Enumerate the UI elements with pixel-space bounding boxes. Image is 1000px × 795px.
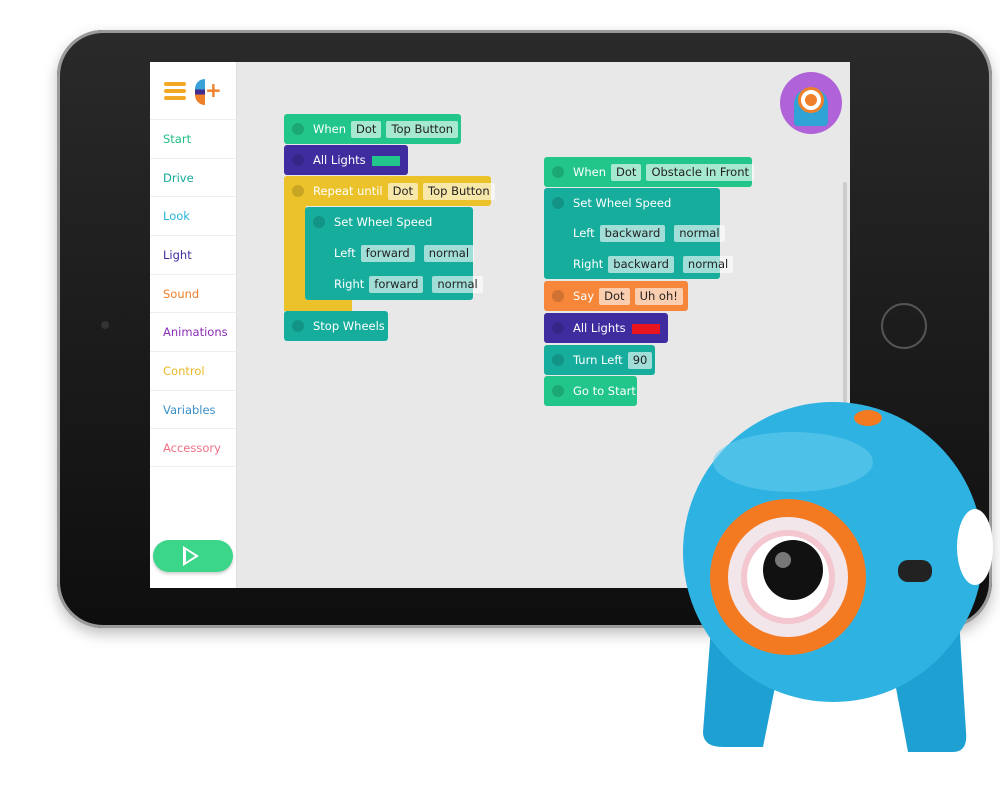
left-direction-param[interactable]: forward	[360, 245, 415, 262]
left-speed-param[interactable]: normal	[674, 225, 725, 242]
all-lights-block[interactable]: All Lights	[544, 313, 668, 343]
block-label: Go to Start	[573, 384, 636, 398]
right-direction-param[interactable]: forward	[369, 276, 424, 293]
say-block[interactable]: Say Dot Uh oh!	[544, 281, 688, 311]
angle-param[interactable]: 90	[627, 352, 653, 369]
right-direction-param[interactable]: backward	[608, 256, 674, 273]
block-label: Set Wheel Speed	[334, 215, 433, 229]
robot-param[interactable]: Dot	[387, 183, 419, 200]
right-speed-param[interactable]: normal	[682, 256, 734, 273]
go-to-start-block[interactable]: Go to Start	[544, 376, 637, 406]
turn-left-block[interactable]: Turn Left 90	[544, 345, 655, 375]
block-label: Turn Left	[573, 353, 623, 367]
set-wheel-speed-block[interactable]: Set Wheel Speed Left backward normal Right…	[544, 188, 734, 279]
block-label: Repeat until	[313, 184, 383, 198]
block-label: All Lights	[313, 153, 366, 167]
sidebar-item-light[interactable]: Light	[150, 235, 237, 274]
color-swatch[interactable]	[371, 155, 400, 166]
right-label: Right	[334, 277, 365, 291]
block-label: Say	[573, 289, 595, 303]
block-label: Stop Wheels	[313, 319, 385, 333]
dot-robot-photo	[683, 402, 993, 752]
block-label: When	[573, 165, 607, 179]
sidebar-item-start[interactable]: Start	[150, 119, 237, 158]
left-speed-param[interactable]: normal	[423, 245, 475, 262]
all-lights-block[interactable]: All Lights	[284, 145, 408, 175]
sidebar-item-animations[interactable]: Animations	[150, 312, 237, 351]
event-param[interactable]: Top Button	[386, 121, 459, 138]
sidebar-item-accessory[interactable]: Accessory	[150, 428, 237, 467]
sidebar-item-variables[interactable]: Variables	[150, 390, 237, 429]
right-speed-param[interactable]: normal	[432, 276, 483, 293]
left-label: Left	[334, 246, 356, 260]
sidebar-item-control[interactable]: Control	[150, 351, 237, 390]
robot-avatar[interactable]	[780, 72, 842, 134]
left-direction-param[interactable]: backward	[599, 225, 666, 242]
block-label: When	[313, 122, 347, 136]
left-label: Left	[573, 226, 595, 240]
color-swatch[interactable]	[631, 323, 660, 334]
robot-param[interactable]: Dot	[611, 164, 642, 181]
app-logo-add-icon[interactable]: +	[195, 78, 222, 105]
repeat-until-block[interactable]: Repeat until Dot Top Button	[284, 176, 495, 206]
event-param[interactable]: Obstacle In Front	[646, 164, 755, 181]
block-label: All Lights	[573, 321, 626, 335]
sidebar-item-look[interactable]: Look	[150, 196, 237, 235]
hamburger-menu-icon[interactable]	[164, 82, 186, 103]
camera	[101, 321, 109, 329]
set-wheel-speed-block[interactable]: Set Wheel Speed Left forward normal Right f…	[305, 207, 483, 300]
play-icon	[183, 546, 199, 566]
right-label: Right	[573, 257, 604, 271]
repeat-block-foot	[284, 300, 352, 311]
home-button[interactable]	[881, 303, 927, 349]
event-param[interactable]: Top Button	[423, 183, 495, 200]
play-button[interactable]	[153, 540, 233, 572]
sidebar-item-drive[interactable]: Drive	[150, 158, 237, 197]
when-block[interactable]: When Dot Top Button	[284, 114, 461, 144]
sidebar-item-sound[interactable]: Sound	[150, 274, 237, 313]
when-block[interactable]: When Dot Obstacle In Front	[544, 157, 755, 187]
phrase-param[interactable]: Uh oh!	[634, 288, 683, 305]
robot-param[interactable]: Dot	[351, 121, 382, 138]
sidebar: + Start Drive Look Light Sound Animation…	[150, 62, 237, 588]
stop-wheels-block[interactable]: Stop Wheels	[284, 311, 388, 341]
block-label: Set Wheel Speed	[573, 196, 672, 210]
robot-param[interactable]: Dot	[599, 288, 630, 305]
